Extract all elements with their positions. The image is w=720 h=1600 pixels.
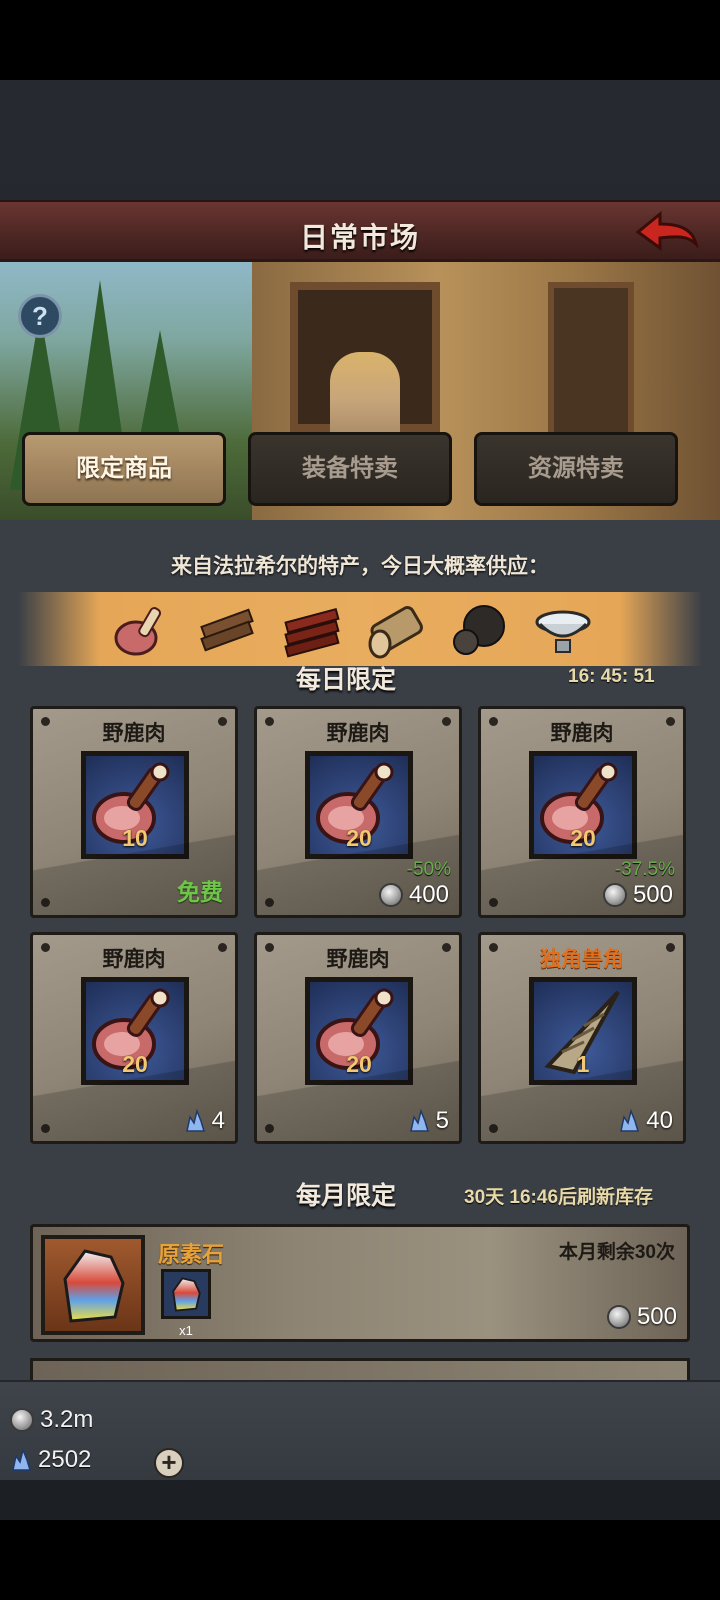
item-icon-frame: 20 — [81, 977, 189, 1085]
price-tag: 5 — [408, 1107, 449, 1135]
item-name: 野鹿肉 — [550, 722, 614, 745]
currency-bar — [0, 1380, 720, 1480]
daily-item-card[interactable]: 野鹿肉 20 5 — [254, 932, 462, 1144]
monthly-remaining: 本月剩余30次 — [558, 1242, 675, 1263]
price-value: 4 — [211, 1107, 225, 1134]
item-icon-frame: 20 — [305, 977, 413, 1085]
question-icon: ? — [32, 301, 48, 331]
add-gems-button[interactable]: + — [154, 1448, 184, 1478]
item-icon-frame: 1 — [529, 977, 637, 1085]
monthly-section-title: 每月限定 — [296, 1182, 397, 1210]
price-tag: 4 — [184, 1107, 225, 1135]
tab-resource-sale[interactable]: 资源特卖 — [474, 432, 678, 506]
price-value: 400 — [408, 881, 449, 908]
silver-coin-icon — [606, 1305, 631, 1329]
tab-limited-goods[interactable]: 限定商品 — [22, 432, 226, 506]
rivet — [489, 898, 498, 907]
item-quantity: 1 — [576, 1051, 590, 1077]
element-stone-icon — [172, 1277, 201, 1312]
plus-icon: + — [161, 1447, 177, 1477]
monthly-timer: 30天 16:46后刷新库存 — [464, 1187, 654, 1208]
item-name: 野鹿肉 — [102, 722, 166, 745]
rivet — [41, 898, 50, 907]
rivet — [41, 1124, 50, 1133]
silver-coin-icon — [378, 883, 403, 907]
price-value: 5 — [435, 1107, 449, 1134]
crystal-icon — [620, 1109, 640, 1132]
back-arrow-icon — [635, 210, 699, 251]
title-bar: 日常市场 — [0, 200, 720, 262]
rivet — [265, 1124, 274, 1133]
item-icon-frame: 20 — [529, 751, 637, 859]
log-icon — [368, 606, 423, 659]
page-title: 日常市场 — [299, 222, 420, 253]
crystal-icon — [12, 1448, 32, 1471]
item-quantity: 20 — [122, 1051, 148, 1077]
coin-amount: 3.2m — [40, 1406, 94, 1433]
truffle-icon — [453, 605, 505, 655]
lumber-icon — [284, 607, 340, 658]
item-icon-frame: 20 — [305, 751, 413, 859]
help-button[interactable]: ? — [18, 294, 62, 338]
price-value: 500 — [636, 1303, 677, 1330]
daily-item-card[interactable]: 野鹿肉 20 -50% 400 — [254, 706, 462, 918]
reward-preview — [161, 1269, 211, 1319]
item-name: 野鹿肉 — [102, 948, 166, 971]
planks-icon — [200, 608, 254, 652]
daily-item-card[interactable]: 独角兽角 1 40 — [478, 932, 686, 1144]
silver-coin-icon — [10, 1408, 34, 1432]
item-name: 独角兽角 — [540, 948, 624, 971]
monthly-item-name: 原素石 — [158, 1242, 225, 1267]
rivet — [489, 1124, 498, 1133]
price-tag: 40 — [618, 1107, 673, 1135]
specialty-strip — [18, 592, 702, 666]
item-name: 野鹿肉 — [326, 948, 390, 971]
item-quantity: 10 — [122, 825, 148, 851]
daily-item-card[interactable]: 野鹿肉 20 -37.5% 500 — [478, 706, 686, 918]
crystal-icon — [409, 1109, 429, 1132]
meat-icon — [114, 607, 161, 656]
item-quantity: 20 — [346, 825, 372, 851]
item-quantity: 20 — [346, 1051, 372, 1077]
item-icon-frame: 10 — [81, 751, 189, 859]
price-value: 500 — [632, 881, 673, 908]
discount-label: -50% — [406, 859, 451, 880]
item-name: 野鹿肉 — [326, 722, 390, 745]
daily-section-title: 每日限定 — [296, 666, 397, 694]
item-quantity: 20 — [570, 825, 596, 851]
tab-equipment-sale[interactable]: 装备特卖 — [248, 432, 452, 506]
gem-balance: 2502 — [10, 1446, 91, 1474]
coin-balance: 3.2m — [10, 1406, 93, 1434]
daily-timer: 16: 45: 51 — [568, 666, 655, 687]
daily-item-card[interactable]: 野鹿肉 20 4 — [30, 932, 238, 1144]
discount-label: -37.5% — [614, 859, 675, 880]
silver-coin-icon — [602, 883, 627, 907]
element-stone-icon — [63, 1249, 125, 1323]
back-button[interactable] — [634, 210, 700, 256]
crystal-icon — [185, 1109, 205, 1132]
price-tag: 500 — [602, 881, 673, 909]
monthly-item[interactable]: 原素石 本月剩余30次 x1 500 — [30, 1224, 690, 1342]
price-tag: 500 — [606, 1303, 677, 1331]
free-label: 免费 — [177, 879, 223, 905]
rivet — [265, 898, 274, 907]
milk-icon — [535, 610, 591, 653]
daily-item-card[interactable]: 野鹿肉 10 免费 — [30, 706, 238, 918]
reward-quantity: x1 — [179, 1323, 193, 1338]
price-tag: 400 — [378, 881, 449, 909]
item-icon-frame — [41, 1235, 145, 1335]
specialty-caption: 来自法拉希尔的特产，今日大概率供应： — [171, 555, 549, 578]
gem-amount: 2502 — [38, 1446, 92, 1473]
price-value: 40 — [646, 1107, 673, 1134]
